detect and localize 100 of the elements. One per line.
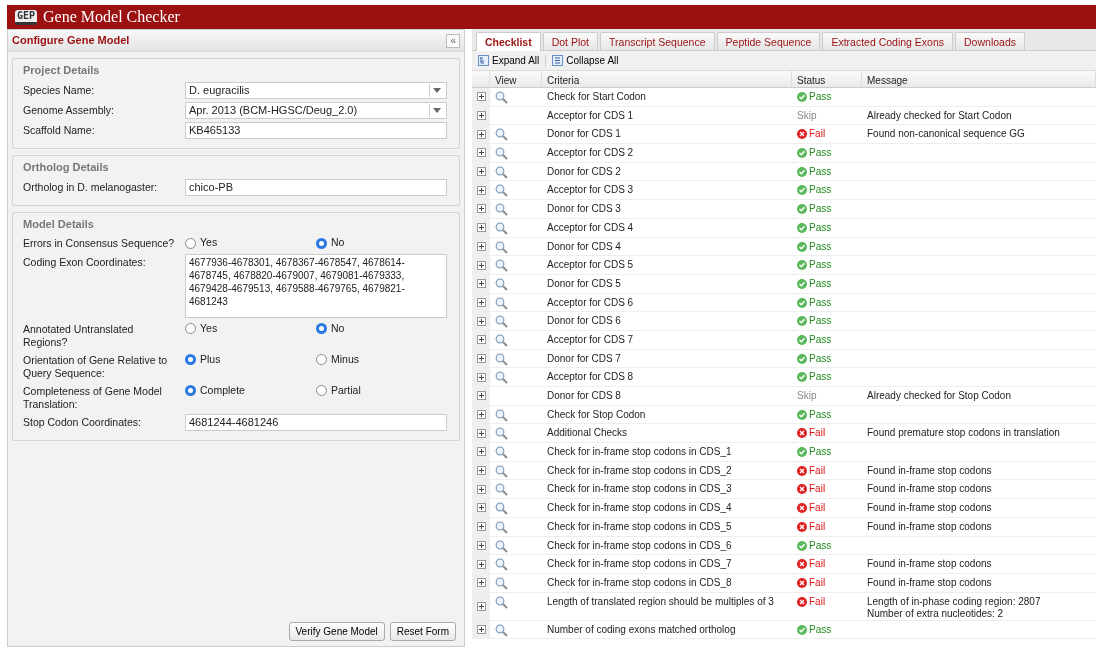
expand-row-icon[interactable] [476,578,486,588]
magnifier-icon[interactable] [495,539,508,553]
expand-row-icon[interactable] [476,241,486,251]
criteria-cell: Check for in-frame stop codons in CDS_8 [542,573,792,593]
magnifier-icon[interactable] [495,91,508,104]
tab[interactable]: Extracted Coding Exons [822,32,954,50]
tab[interactable]: Transcript Sequence [600,32,715,50]
dropdown-field[interactable]: Apr. 2013 (BCM-HGSC/Deug_2.0) [185,101,447,119]
expand-row-icon[interactable] [476,279,486,289]
expand-row-icon[interactable] [476,601,486,611]
magnifier-icon[interactable] [495,165,508,179]
expand-row-icon[interactable] [476,484,486,494]
dropdown-field[interactable]: D. eugracilis [185,81,447,99]
criteria-cell: Acceptor for CDS 8 [542,368,792,387]
criteria-cell: Donor for CDS 8 [542,387,792,406]
message-text: Already checked for Start Codon [867,109,1012,121]
magnifier-icon[interactable] [495,371,508,385]
radio-button[interactable] [316,323,327,335]
tab[interactable]: Downloads [955,32,1025,50]
magnifier-icon[interactable] [495,520,508,534]
magnifier-icon[interactable] [495,147,508,161]
form-button[interactable]: Reset Form [389,622,456,641]
status-text: Pass [809,91,832,103]
field-label: Species Name: [23,82,96,97]
form-button[interactable]: Verify Gene Model [288,622,385,641]
criteria-cell: Check for in-frame stop codons in CDS_3 [542,480,792,500]
radio-button[interactable] [316,354,327,366]
expand-row-icon[interactable] [476,167,486,177]
input-field[interactable]: KB465133 [185,121,447,139]
expand-row-icon[interactable] [476,503,486,513]
magnifier-icon[interactable] [495,333,508,347]
expand-row-icon[interactable] [476,624,486,634]
radio-button[interactable] [185,237,196,249]
expand-row-icon[interactable] [476,447,486,457]
magnifier-icon[interactable] [495,446,508,460]
expand-row-icon[interactable] [476,223,486,233]
expand-row-icon[interactable] [476,185,486,195]
magnifier-icon[interactable] [495,352,508,366]
expand-row-icon[interactable] [476,410,486,420]
magnifier-icon[interactable] [495,502,508,516]
check-icon [797,447,807,458]
app-logo: GEP [15,9,38,25]
expand-row-icon[interactable] [476,111,486,121]
radio-button[interactable] [185,385,196,397]
input-field[interactable]: chico-PB [185,178,447,196]
radio-button[interactable] [316,385,327,397]
expand-row-icon[interactable] [476,391,486,401]
radio-button[interactable] [185,354,196,366]
magnifier-icon[interactable] [495,128,508,142]
expand-row-icon[interactable] [476,372,486,382]
expand-row-icon[interactable] [476,316,486,326]
toolbar-button[interactable]: Expand All [478,53,540,68]
magnifier-icon[interactable] [495,464,508,478]
magnifier-icon[interactable] [495,595,508,609]
magnifier-icon[interactable] [495,408,508,422]
magnifier-icon[interactable] [495,315,508,329]
magnifier-icon[interactable] [495,576,508,590]
magnifier-icon[interactable] [495,277,508,291]
radio-button[interactable] [316,237,327,249]
magnifier-icon[interactable] [495,240,508,254]
tab[interactable]: Checklist [476,32,541,51]
field-label: Orientation of Gene Relative to Query Sequence: [23,353,169,380]
expand-row-icon[interactable] [476,92,486,102]
expand-row-icon[interactable] [476,353,486,363]
check-icon [797,334,807,345]
magnifier-icon[interactable] [495,427,508,441]
collapse-button[interactable]: « [446,33,460,48]
text-area[interactable]: 4677936-4678301, 4678367-4678547, 4678614-4678745, 4678820-4679007, 4679081-4679333, 4679428-4679513, 4679588-4679765, 4679821-4681243 [185,254,447,318]
tab[interactable]: Peptide Sequence [716,32,821,50]
criteria-cell: Donor for CDS 3 [542,200,792,219]
expand-row-icon[interactable] [476,148,486,158]
expand-row-icon[interactable] [476,466,486,476]
column-header: View [490,71,542,88]
tab[interactable]: Dot Plot [542,32,599,50]
magnifier-icon[interactable] [495,483,508,497]
check-icon [797,409,807,420]
message-text: Found in-frame stop codons [867,520,992,532]
magnifier-icon[interactable] [495,623,508,637]
radio-button[interactable] [185,323,196,335]
check-icon [797,92,807,102]
magnifier-icon[interactable] [495,221,508,235]
magnifier-icon[interactable] [495,558,508,572]
magnifier-icon[interactable] [495,296,508,310]
expand-row-icon[interactable] [476,428,486,438]
field-label: Ortholog in D. melanogaster: [23,179,159,194]
magnifier-icon[interactable] [495,184,508,198]
expand-row-icon[interactable] [476,335,486,345]
expand-row-icon[interactable] [476,559,486,569]
input-field[interactable]: 4681244-4681246 [185,414,447,431]
expand-row-icon[interactable] [476,540,486,550]
magnifier-icon[interactable] [495,203,508,217]
magnifier-icon[interactable] [495,259,508,273]
status-text: Pass [809,539,832,552]
expand-row-icon[interactable] [476,129,486,139]
expand-row-icon[interactable] [476,204,486,214]
expand-row-icon[interactable] [476,260,486,270]
expand-row-icon[interactable] [476,522,486,532]
criteria-cell: Acceptor for CDS 4 [542,218,792,238]
expand-row-icon[interactable] [476,297,486,307]
toolbar-button[interactable]: Collapse All [552,53,619,68]
